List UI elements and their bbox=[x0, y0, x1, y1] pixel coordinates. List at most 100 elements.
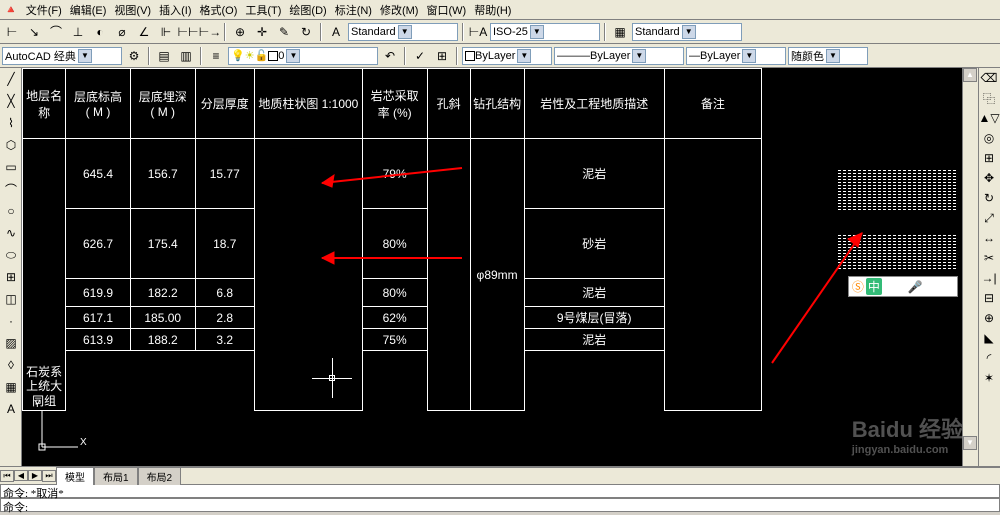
hatch-icon[interactable]: ▨ bbox=[1, 333, 21, 353]
scroll-down-icon[interactable]: ▼ bbox=[963, 436, 977, 450]
menu-window[interactable]: 窗口(W) bbox=[422, 0, 470, 20]
menu-edit[interactable]: 编辑(E) bbox=[66, 0, 111, 20]
ellipse-icon[interactable]: ⬭ bbox=[1, 245, 21, 265]
arc-icon[interactable]: ⌒ bbox=[1, 179, 21, 199]
dim-linear-icon[interactable]: ⊢ bbox=[2, 22, 22, 42]
join-icon[interactable]: ⊕ bbox=[979, 308, 999, 328]
mtext-icon[interactable]: A bbox=[1, 399, 21, 419]
spline-icon[interactable]: ∿ bbox=[1, 223, 21, 243]
rotate-icon[interactable]: ↻ bbox=[979, 188, 999, 208]
dim-diameter-icon[interactable]: ⌀ bbox=[112, 22, 132, 42]
scrollbar-vertical[interactable]: ▲ ▼ bbox=[962, 68, 978, 466]
dim-aligned-icon[interactable]: ↘ bbox=[24, 22, 44, 42]
polygon-icon[interactable]: ⬡ bbox=[1, 135, 21, 155]
layer-prev-icon[interactable]: ↶ bbox=[380, 46, 400, 66]
arrow-3 bbox=[762, 223, 872, 373]
dim-arc-icon[interactable]: ⌒ bbox=[46, 22, 66, 42]
circle-icon[interactable]: ○ bbox=[1, 201, 21, 221]
make-current-icon[interactable]: ✓ bbox=[410, 46, 430, 66]
command-input[interactable]: 命令: bbox=[0, 498, 1000, 512]
cell: 75% bbox=[362, 329, 427, 351]
linetype-combo[interactable]: ——— ByLayer▼ bbox=[554, 47, 684, 65]
tolerance-icon[interactable]: ⊕ bbox=[230, 22, 250, 42]
table-style-icon[interactable]: ▦ bbox=[610, 22, 630, 42]
toolpalette-icon[interactable]: ▤ bbox=[154, 46, 174, 66]
layer-match-icon[interactable]: ⊞ bbox=[432, 46, 452, 66]
cell: 645.4 bbox=[66, 139, 131, 209]
pline-icon[interactable]: ⌇ bbox=[1, 113, 21, 133]
move-icon[interactable]: ✥ bbox=[979, 168, 999, 188]
stretch-icon[interactable]: ↔ bbox=[979, 228, 999, 248]
array-icon[interactable]: ⊞ bbox=[979, 148, 999, 168]
dim-quick-icon[interactable]: ⊩ bbox=[156, 22, 176, 42]
table-style-combo[interactable]: Standard▼ bbox=[632, 23, 742, 41]
plotstyle-combo[interactable]: 随颜色▼ bbox=[788, 47, 868, 65]
trim-icon[interactable]: ✂ bbox=[979, 248, 999, 268]
scale-icon[interactable]: ⤢ bbox=[979, 208, 999, 228]
dim-baseline-icon[interactable]: ⊢⊢ bbox=[178, 22, 198, 42]
dim-radius-icon[interactable]: ◐ bbox=[90, 22, 110, 42]
line-icon[interactable]: ╱ bbox=[1, 69, 21, 89]
copy-icon[interactable]: ⿻ bbox=[979, 88, 999, 108]
text-style-combo[interactable]: Standard▼ bbox=[348, 23, 458, 41]
ime-emoji-icon[interactable]: ☺ bbox=[893, 280, 905, 294]
workspace-combo[interactable]: AutoCAD 经典▼ bbox=[2, 47, 122, 65]
menu-tools[interactable]: 工具(T) bbox=[241, 0, 285, 20]
dim-continue-icon[interactable]: ⊢→ bbox=[200, 22, 220, 42]
ime-mode[interactable]: 中 bbox=[866, 278, 882, 295]
tab-layout1[interactable]: 布局1 bbox=[94, 467, 138, 485]
point-icon[interactable]: · bbox=[1, 311, 21, 331]
insert-icon[interactable]: ⊞ bbox=[1, 267, 21, 287]
chamfer-icon[interactable]: ◣ bbox=[979, 328, 999, 348]
toolbar-styles: ⊢ ↘ ⌒ ⊥ ◐ ⌀ ∠ ⊩ ⊢⊢ ⊢→ ⊕ ✛ ✎ ↻ A Standard… bbox=[0, 20, 1000, 44]
menu-insert[interactable]: 插入(I) bbox=[155, 0, 195, 20]
dim-ordinate-icon[interactable]: ⊥ bbox=[68, 22, 88, 42]
ime-punct-icon[interactable]: •, bbox=[884, 280, 892, 294]
layer-manager-icon[interactable]: ≡ bbox=[206, 46, 226, 66]
xline-icon[interactable]: ╳ bbox=[1, 91, 21, 111]
menu-format[interactable]: 格式(O) bbox=[195, 0, 241, 20]
mirror-icon[interactable]: ▲▽ bbox=[979, 108, 999, 128]
scroll-up-icon[interactable]: ▲ bbox=[963, 68, 977, 82]
offset-icon[interactable]: ◎ bbox=[979, 128, 999, 148]
sheetset-icon[interactable]: ▥ bbox=[176, 46, 196, 66]
block-icon[interactable]: ◫ bbox=[1, 289, 21, 309]
color-combo[interactable]: ByLayer▼ bbox=[462, 47, 552, 65]
menu-file[interactable]: 文件(F) bbox=[22, 0, 66, 20]
ime-keyboard-icon[interactable]: ⌨ bbox=[925, 280, 942, 294]
cell: 9号煤层(冒落) bbox=[524, 307, 664, 329]
ime-mic-icon[interactable]: 🎤 bbox=[908, 280, 923, 294]
text-style-icon[interactable]: A bbox=[326, 22, 346, 42]
break-icon[interactable]: ⊟ bbox=[979, 288, 999, 308]
dim-update-icon[interactable]: ↻ bbox=[296, 22, 316, 42]
dim-edit-icon[interactable]: ✎ bbox=[274, 22, 294, 42]
tab-layout2[interactable]: 布局2 bbox=[138, 467, 182, 485]
erase-icon[interactable]: ⌫ bbox=[979, 68, 999, 88]
extend-icon[interactable]: →| bbox=[979, 268, 999, 288]
fillet-icon[interactable]: ◜ bbox=[979, 348, 999, 368]
arrow-1 bbox=[312, 163, 472, 193]
explode-icon[interactable]: ✶ bbox=[979, 368, 999, 388]
menu-modify[interactable]: 修改(M) bbox=[376, 0, 423, 20]
menu-dim[interactable]: 标注(N) bbox=[331, 0, 376, 20]
menu-help[interactable]: 帮助(H) bbox=[470, 0, 515, 20]
ime-toolbar[interactable]: Ⓢ 中 •, ☺ 🎤 ⌨ ✎ bbox=[848, 276, 958, 297]
ime-settings-icon[interactable]: ✎ bbox=[944, 280, 954, 294]
region-icon[interactable]: ◊ bbox=[1, 355, 21, 375]
table-icon[interactable]: ▦ bbox=[1, 377, 21, 397]
drawing-canvas[interactable]: 地层名称 层底标高( M ) 层底埋深( M ) 分层厚度 地质柱状图 1:10… bbox=[22, 68, 978, 466]
tab-model[interactable]: 模型 bbox=[56, 467, 94, 485]
workspace-settings-icon[interactable]: ⚙ bbox=[124, 46, 144, 66]
remark-cell bbox=[664, 139, 761, 411]
toolbar-properties: AutoCAD 经典▼ ⚙ ▤ ▥ ≡ 💡 ☀ 🔓 0▼ ↶ ✓ ⊞ ByLay… bbox=[0, 44, 1000, 68]
menu-draw[interactable]: 绘图(D) bbox=[285, 0, 330, 20]
dim-style-icon[interactable]: ⊢A bbox=[468, 22, 488, 42]
menu-view[interactable]: 视图(V) bbox=[110, 0, 155, 20]
dim-style-combo[interactable]: ISO-25▼ bbox=[490, 23, 600, 41]
tab-nav[interactable]: ⏮◀▶⏭ bbox=[0, 470, 56, 482]
rectangle-icon[interactable]: ▭ bbox=[1, 157, 21, 177]
center-mark-icon[interactable]: ✛ bbox=[252, 22, 272, 42]
lineweight-combo[interactable]: — ByLayer▼ bbox=[686, 47, 786, 65]
dim-angular-icon[interactable]: ∠ bbox=[134, 22, 154, 42]
layer-combo[interactable]: 💡 ☀ 🔓 0▼ bbox=[228, 47, 378, 65]
